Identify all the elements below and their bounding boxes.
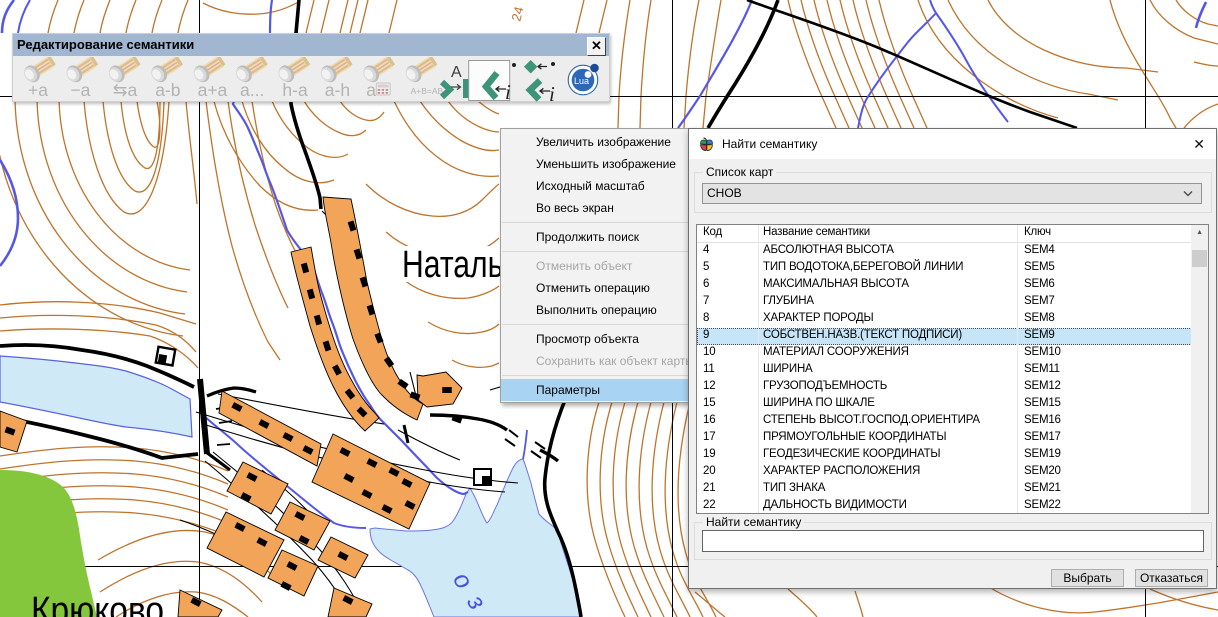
- svg-text:Крюково: Крюково: [31, 590, 164, 617]
- svg-text:a-h: a-h: [325, 80, 350, 100]
- svg-text:A: A: [451, 64, 462, 81]
- svg-text:h-a: h-a: [282, 80, 308, 100]
- svg-text:a: a: [366, 80, 376, 100]
- svg-text:A+B=AB: A+B=AB: [411, 86, 444, 96]
- svg-text:−a: −a: [70, 80, 90, 100]
- svg-text:a-b: a-b: [155, 80, 180, 100]
- svg-text:+a: +a: [28, 80, 48, 100]
- svg-text:a...: a...: [240, 80, 264, 100]
- svg-text:24: 24: [508, 5, 526, 23]
- svg-text:i: i: [505, 80, 511, 102]
- svg-text:⇆a: ⇆a: [113, 80, 138, 100]
- svg-text:Lua: Lua: [574, 76, 589, 86]
- svg-text:i: i: [549, 82, 555, 102]
- svg-text:a+a: a+a: [198, 80, 228, 100]
